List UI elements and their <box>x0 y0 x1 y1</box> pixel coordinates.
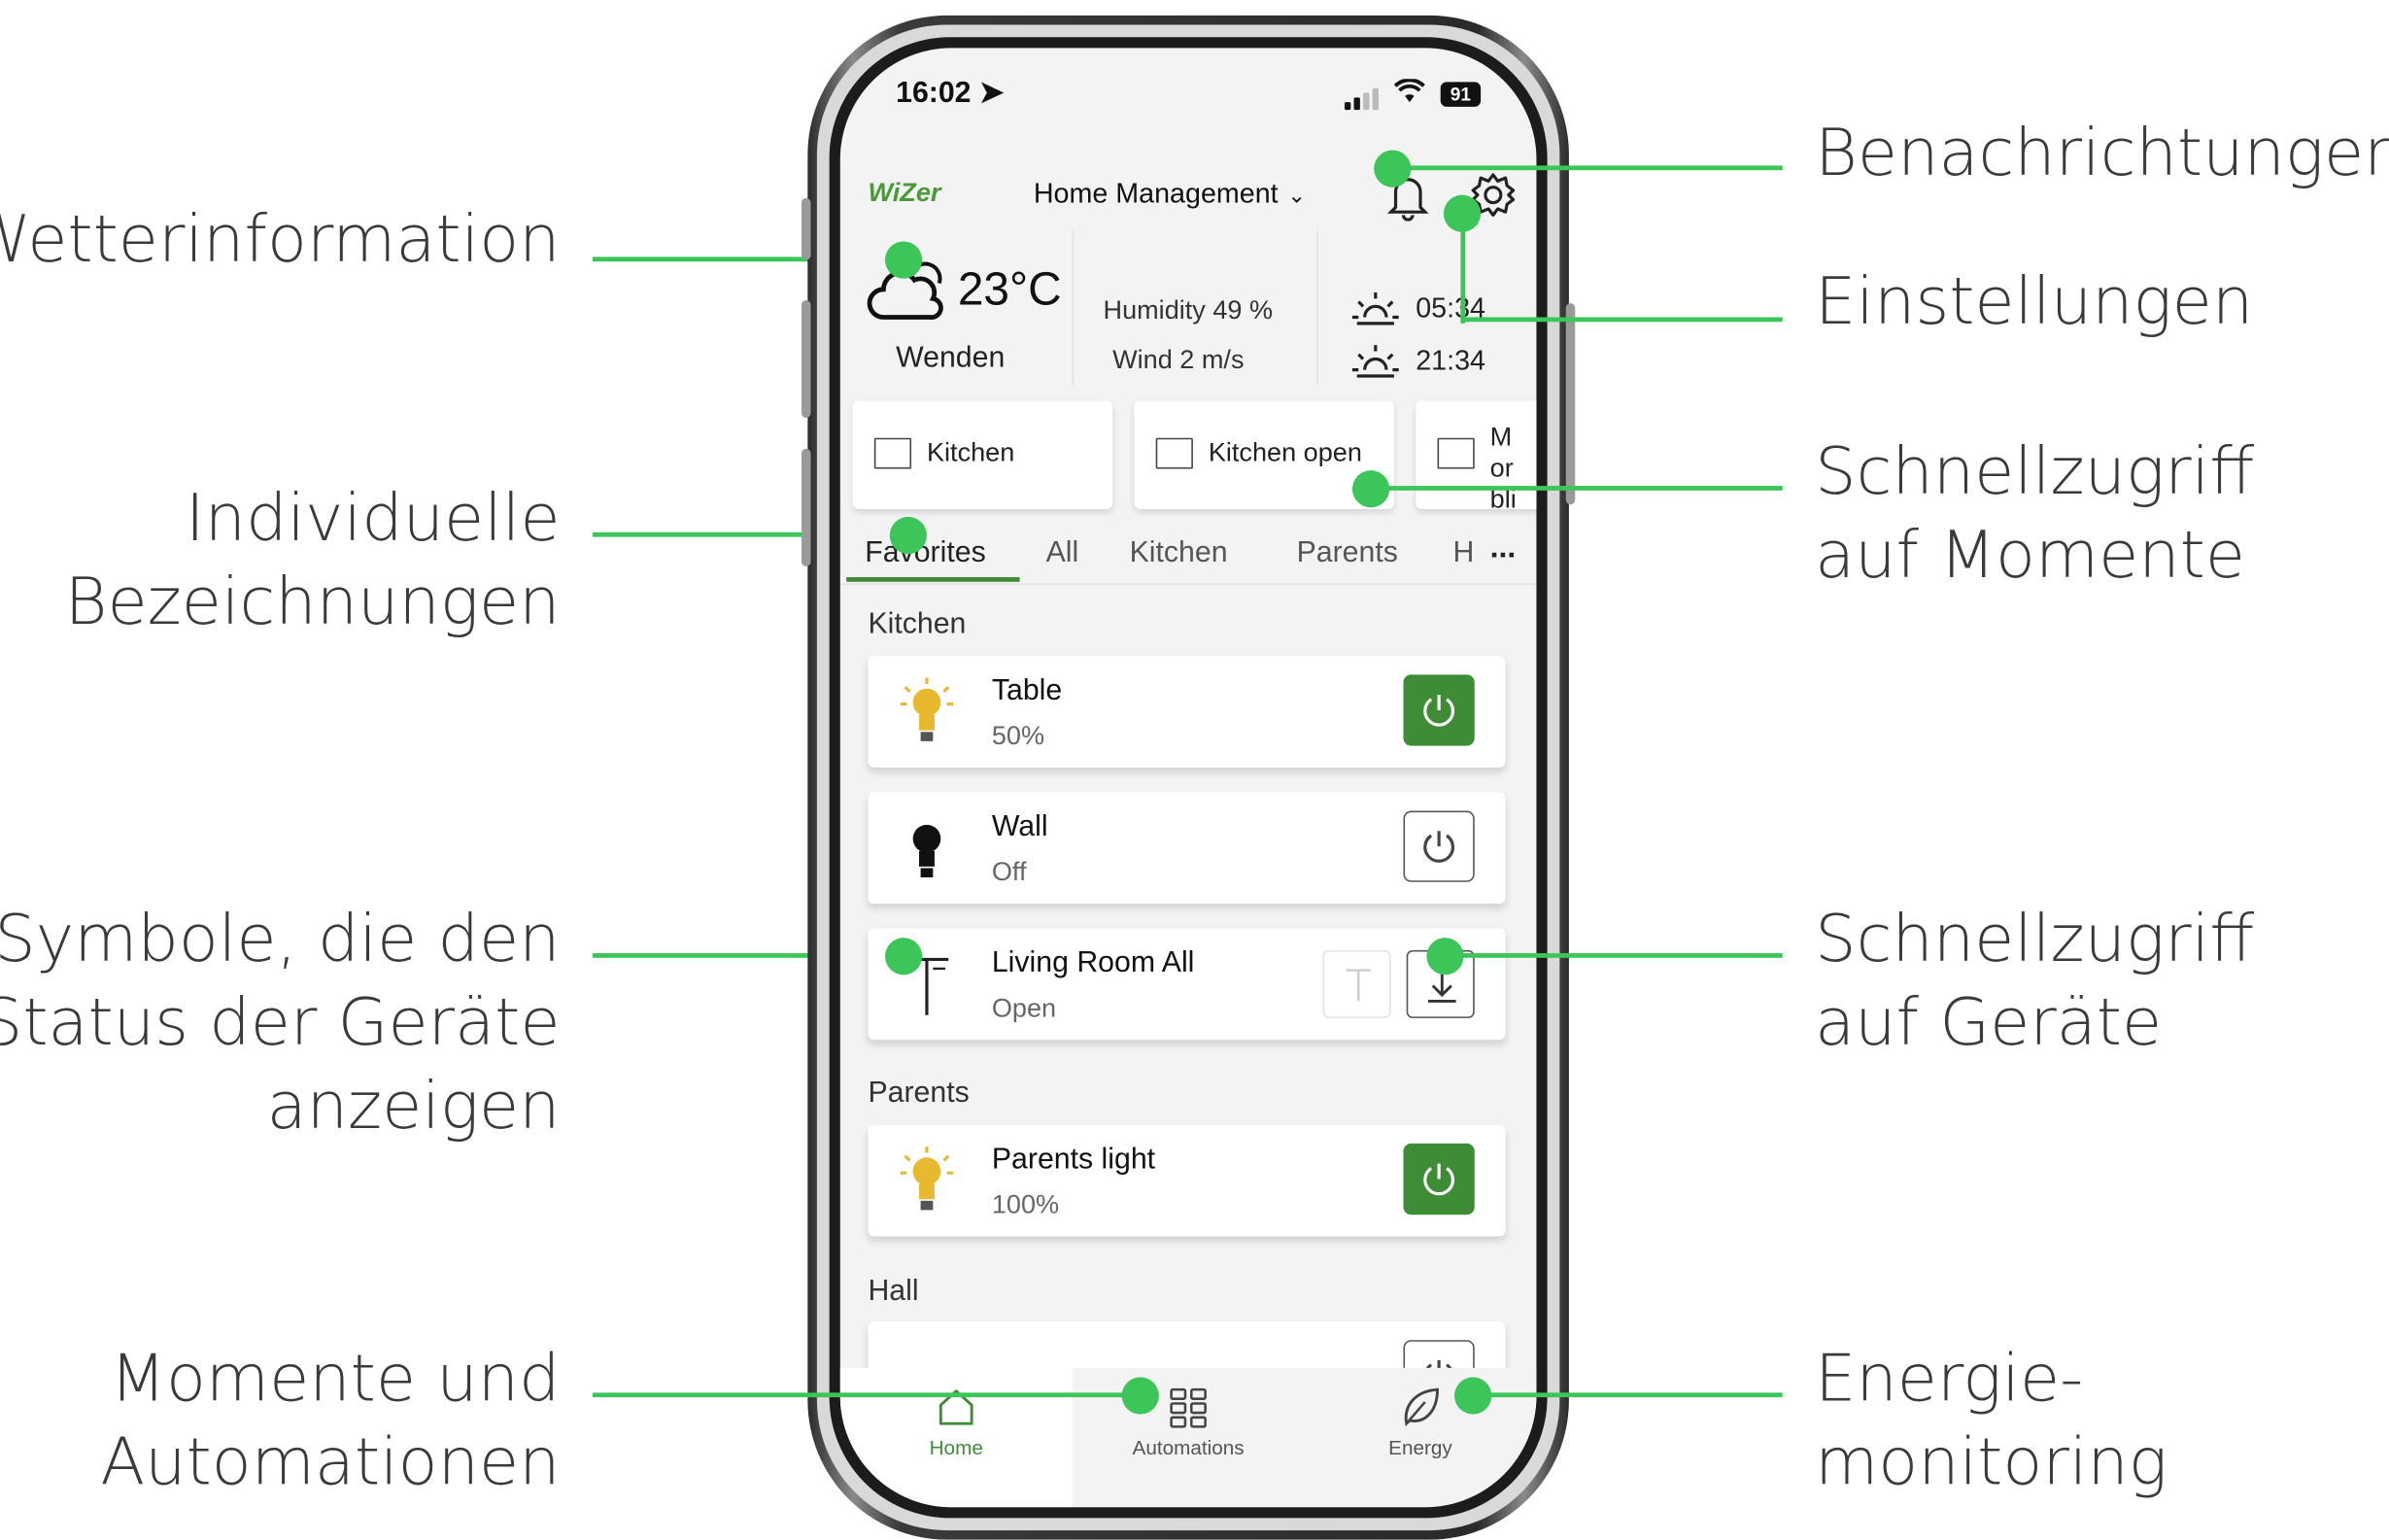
callout-dot <box>889 516 927 555</box>
room-tabs: Favorites All Kitchen Parents H ... <box>839 519 1537 586</box>
power-button <box>1565 303 1576 505</box>
nav-label: Home <box>929 1435 983 1459</box>
moment-card-kitchen[interactable]: Kitchen <box>852 400 1113 509</box>
sunset-time: 21:34 <box>1416 345 1485 377</box>
bulb-on-icon <box>899 674 954 748</box>
device-name: Parents light <box>991 1143 1156 1177</box>
device-name: Living Room All <box>991 946 1195 980</box>
bottom-navigation: Home Automations Energy <box>839 1367 1537 1508</box>
tab-kitchen[interactable]: Kitchen <box>1130 537 1228 571</box>
device-status: 50% <box>991 721 1045 751</box>
callout-dot <box>1443 194 1482 232</box>
annotation-settings: Einstellungen <box>1815 262 2254 339</box>
tab-parents[interactable]: Parents <box>1297 537 1398 571</box>
blind-open-button[interactable] <box>1322 949 1391 1018</box>
device-status: Off <box>991 857 1027 887</box>
stage: Wetterinformation Individuelle Bezeichnun… <box>0 0 2389 1540</box>
power-toggle-button[interactable] <box>1403 674 1475 746</box>
temperature: 23°C <box>957 264 1062 316</box>
bulb-on-icon <box>899 1144 954 1217</box>
section-title: Parents <box>868 1077 970 1110</box>
nav-label: Automations <box>1132 1435 1245 1459</box>
callout-dot <box>1121 1377 1159 1415</box>
weather-location: Wenden <box>896 341 1006 375</box>
cellular-signal-icon <box>1344 87 1382 111</box>
moment-label: Kitchen <box>926 437 1015 467</box>
device-card-living-room-all[interactable]: Living Room All Open <box>868 928 1506 1041</box>
app-screen: 16:02 ➤ 91 WiZer Home Management ⌄ 23°C … <box>839 48 1537 1508</box>
callout-dot <box>1426 938 1464 975</box>
sunrise-icon <box>1350 290 1400 329</box>
active-tab-indicator <box>846 577 1020 582</box>
power-icon <box>1423 1163 1454 1196</box>
section-title: Hall <box>868 1275 919 1308</box>
callout-line <box>1473 1392 1783 1398</box>
arrow-up-icon <box>1346 969 1372 1002</box>
blind-icon <box>1155 437 1193 469</box>
power-icon <box>1423 831 1454 863</box>
app-header: WiZer Home Management ⌄ <box>840 169 1537 231</box>
volume-down-button <box>801 448 811 566</box>
divider <box>1316 230 1318 386</box>
side-button <box>801 197 811 260</box>
annotation-quick-moments: Schnellzugriff auf Momente <box>1815 432 2255 593</box>
power-icon <box>1423 695 1454 727</box>
volume-up-button <box>801 299 811 419</box>
device-status: Open <box>991 993 1057 1023</box>
annotation-moments-automations: Momente und Automationen <box>100 1340 561 1500</box>
section-title: Kitchen <box>868 607 967 641</box>
device-card-parents-light[interactable]: Parents light 100% <box>868 1124 1506 1237</box>
nav-label: Energy <box>1388 1435 1452 1459</box>
callout-dot <box>884 241 923 279</box>
device-name: Wall <box>991 810 1048 843</box>
annotation-custom-names: Individuelle Bezeichnungen <box>64 479 561 639</box>
annotation-notifications: Benachrichtungen <box>1815 114 2389 190</box>
callout-dot <box>884 938 923 975</box>
moment-label: Kitchen open <box>1208 437 1362 467</box>
callout-line <box>592 1392 1141 1398</box>
callout-line <box>1371 486 1783 491</box>
sunset-icon <box>1350 342 1400 382</box>
device-card-wall[interactable]: Wall Off <box>868 792 1506 905</box>
moment-card-morning-blinds[interactable]: Mor blin <box>1416 400 1537 509</box>
blind-icon <box>1437 437 1475 469</box>
chevron-down-icon: ⌄ <box>1287 182 1306 208</box>
annotation-weather-info: Wetterinformation <box>0 201 561 278</box>
moments-row: Kitchen Kitchen open Mor blin <box>852 400 1537 512</box>
tab-hall[interactable]: H <box>1452 537 1474 571</box>
bulb-off-icon <box>899 811 954 885</box>
home-selector[interactable]: Home Management ⌄ <box>1034 178 1306 210</box>
home-selector-label: Home Management <box>1033 178 1279 210</box>
battery-indicator: 91 <box>1440 82 1482 107</box>
device-card-table[interactable]: Table 50% <box>868 656 1506 768</box>
device-name: Table <box>991 674 1063 707</box>
home-icon <box>939 1389 973 1425</box>
status-bar: 16:02 ➤ 91 <box>840 48 1537 141</box>
wiser-logo: WiZer <box>868 178 941 208</box>
callout-dot <box>1374 150 1412 188</box>
weather-panel: 23°C Wenden Humidity 49 % Wind 2 m/s 05:… <box>840 230 1537 400</box>
blind-icon <box>873 437 912 469</box>
wifi-icon <box>1393 78 1425 111</box>
annotation-energy: Energie-monitoring <box>1815 1340 2167 1500</box>
power-toggle-button[interactable] <box>1403 1143 1475 1215</box>
annotation-quick-devices: Schnellzugriff auf Geräte <box>1815 900 2255 1060</box>
callout-line <box>1445 953 1783 958</box>
device-status: 100% <box>991 1189 1060 1219</box>
callout-dot <box>1454 1377 1492 1415</box>
grid-icon <box>1170 1387 1207 1428</box>
wind: Wind 2 m/s <box>1112 345 1245 375</box>
tab-all[interactable]: All <box>1046 537 1079 571</box>
power-toggle-button[interactable] <box>1403 810 1475 882</box>
annotation-status-symbols: Symbole, die den Status der Geräte anzeige… <box>0 900 561 1144</box>
callout-line <box>1460 317 1783 323</box>
callout-line <box>1392 165 1783 171</box>
leaf-icon <box>1404 1387 1439 1427</box>
callout-dot <box>1351 470 1390 508</box>
status-time: 16:02 ➤ <box>896 77 1005 111</box>
moment-label: Mor blin <box>1489 422 1517 509</box>
tabs-more-icon[interactable]: ... <box>1490 530 1517 566</box>
divider <box>1072 230 1075 386</box>
humidity: Humidity 49 % <box>1103 295 1274 325</box>
